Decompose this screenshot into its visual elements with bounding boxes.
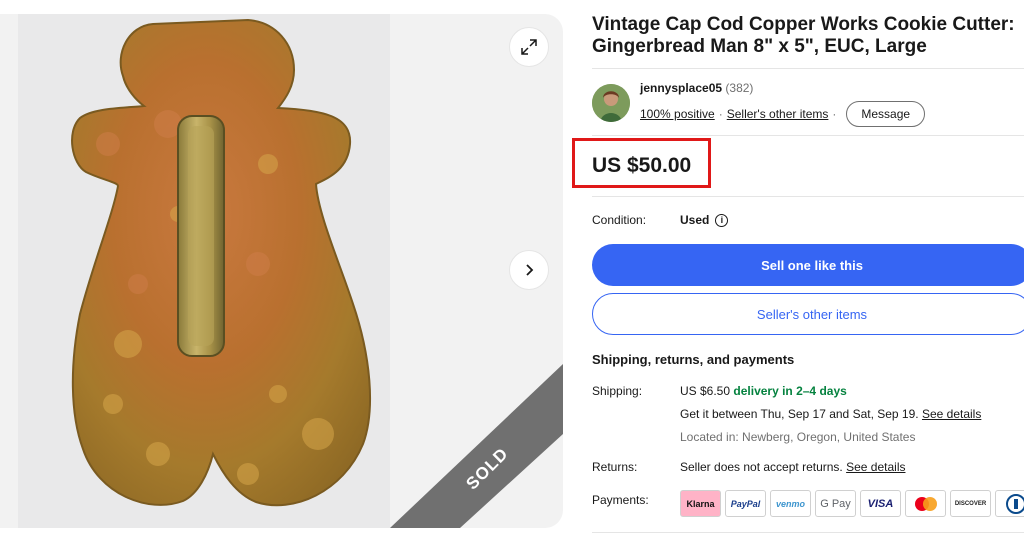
google-pay-icon: G Pay — [815, 490, 856, 517]
sell-one-like-this-button[interactable]: Sell one like this — [592, 244, 1024, 286]
returns-text: Seller does not accept returns. — [680, 460, 843, 474]
condition-label: Condition: — [592, 213, 647, 227]
cookie-cutter-image — [71, 18, 372, 507]
payment-methods: Klarna PayPal venmo G Pay VISA DISCOVER — [680, 490, 1024, 517]
positive-feedback-link[interactable]: 100% positive — [640, 107, 715, 121]
klarna-icon: Klarna — [680, 490, 721, 517]
seller-other-items-button[interactable]: Seller's other items — [592, 293, 1024, 335]
venmo-icon: venmo — [770, 490, 811, 517]
discover-icon: DISCOVER — [950, 490, 991, 517]
divider — [592, 68, 1024, 69]
item-title: Vintage Cap Cod Copper Works Cookie Cutt… — [592, 14, 1015, 57]
returns-line: Seller does not accept returns. See deta… — [680, 460, 905, 474]
diners-club-icon — [995, 490, 1024, 517]
shipping-cost-line: US $6.50 delivery in 2–4 days — [680, 384, 847, 398]
payments-label: Payments: — [592, 493, 649, 507]
condition-text: Used — [680, 213, 710, 227]
paypal-icon: PayPal — [725, 490, 766, 517]
delivery-dates: Get it between Thu, Sep 17 and Sat, Sep … — [680, 407, 919, 421]
returns-label: Returns: — [592, 460, 638, 474]
item-details-panel: Vintage Cap Cod Copper Works Cookie Cutt… — [572, 0, 1024, 545]
shipping-see-details-link[interactable]: See details — [922, 407, 981, 421]
divider — [592, 196, 1024, 197]
separator: · — [832, 107, 837, 121]
visa-icon: VISA — [860, 490, 901, 517]
info-icon[interactable]: i — [715, 213, 729, 227]
shipping-label: Shipping: — [592, 384, 643, 398]
avatar-image — [592, 84, 630, 122]
seller-name[interactable]: jennysplace05 (382) — [640, 81, 753, 95]
seller-username[interactable]: jennysplace05 — [640, 81, 722, 95]
divider — [592, 135, 1024, 136]
divider — [592, 532, 1024, 533]
image-gallery: SOLD — [0, 14, 563, 528]
delivery-dates-line: Get it between Thu, Sep 17 and Sat, Sep … — [680, 407, 981, 421]
next-image-button[interactable] — [509, 250, 549, 290]
returns-see-details-link[interactable]: See details — [846, 460, 905, 474]
feedback-count: (382) — [725, 81, 754, 95]
expand-image-button[interactable] — [509, 27, 549, 67]
mastercard-icon — [905, 490, 946, 517]
item-location: Located in: Newberg, Oregon, United Stat… — [680, 430, 916, 444]
product-photo[interactable] — [18, 14, 390, 528]
seller-links: 100% positive · Seller's other items · M… — [640, 101, 926, 127]
item-price: US $50.00 — [592, 154, 692, 177]
delivery-estimate: delivery in 2–4 days — [733, 384, 847, 398]
message-button[interactable]: Message — [846, 101, 926, 127]
sold-ribbon — [390, 364, 563, 528]
expand-icon — [521, 39, 537, 55]
seller-avatar[interactable] — [592, 84, 630, 122]
seller-other-items-link[interactable]: Seller's other items — [727, 107, 829, 121]
shipping-heading: Shipping, returns, and payments — [592, 352, 795, 367]
shipping-cost: US $6.50 — [680, 384, 731, 398]
condition-value: Used i — [680, 213, 729, 227]
separator: · — [718, 107, 723, 121]
chevron-right-icon — [526, 264, 534, 276]
